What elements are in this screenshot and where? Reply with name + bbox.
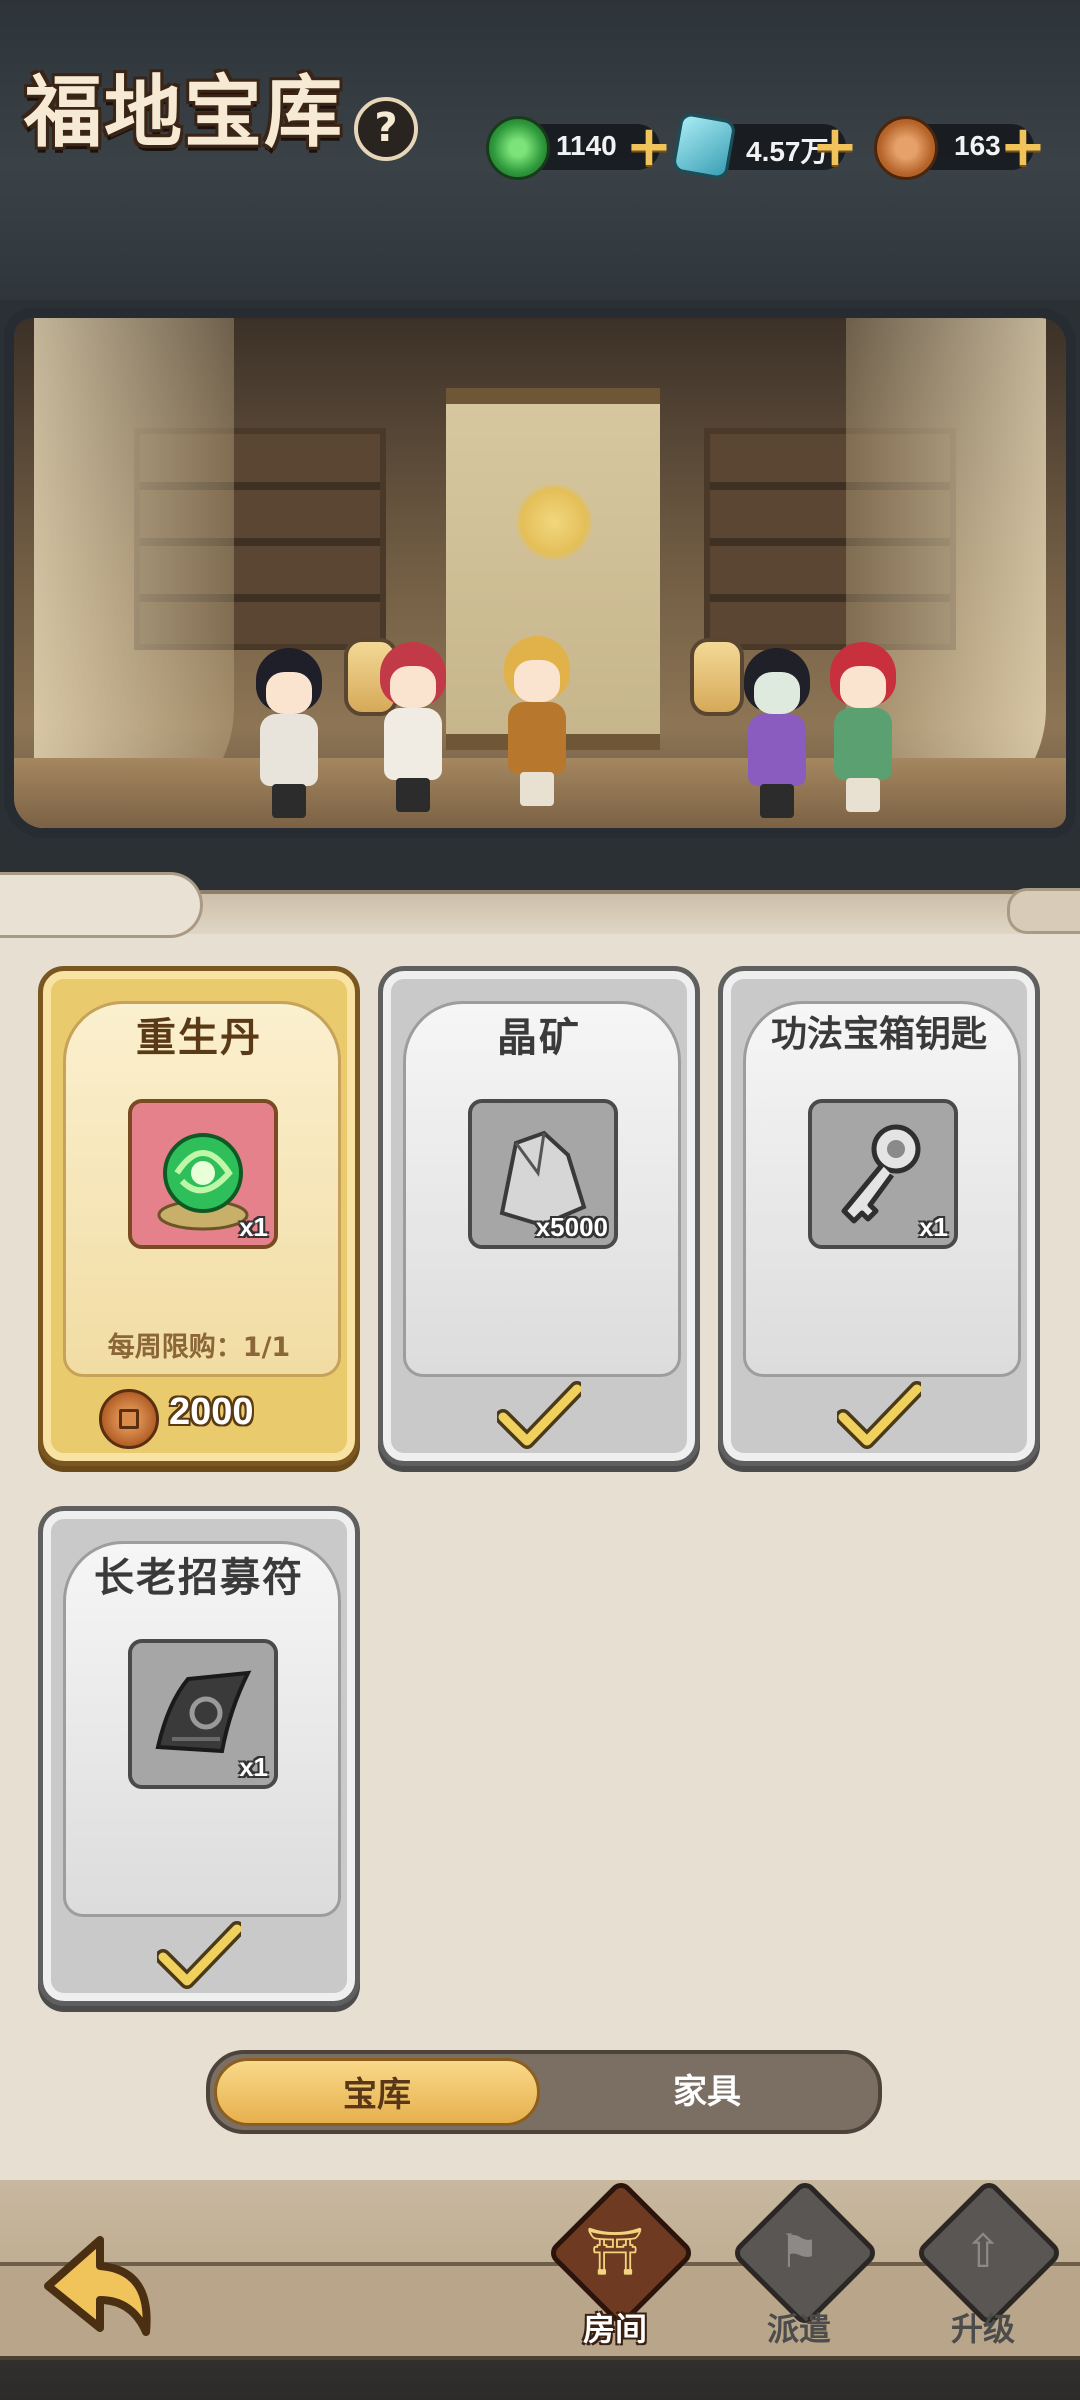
upgrade-arrow-icon: ⇧ [963,2224,1003,2278]
shop-card-elder-recruit-talisman[interactable]: 长老招募符 x1 [38,1506,360,2006]
price-amount: 2000 [169,1391,254,1433]
resource-jade-value: 1140 [556,130,617,161]
tab-treasury[interactable]: 宝库 [214,2058,540,2126]
purchased-check-icon [837,1381,921,1449]
crystal-ore-icon: x5000 [468,1099,618,1249]
crystal-gem-icon [671,111,737,181]
item-quantity: x5000 [535,1212,608,1242]
back-arrow-button[interactable] [28,2200,178,2360]
disciple-character[interactable] [364,642,460,812]
disciple-character[interactable] [814,642,910,812]
curtain-left [34,318,234,828]
purchased-check-icon [497,1381,581,1449]
disciple-character[interactable] [240,648,336,818]
disciple-character[interactable] [488,636,584,806]
add-crystal-button[interactable]: + [810,119,860,175]
shop-card-rebirth-pill[interactable]: 重生丹 x1 每周限购：1/1 2000 [38,966,360,1466]
cloud-ornament-left [0,872,203,938]
nav-upgrade[interactable]: ⇧ 升级 [908,2178,1064,2360]
shop-card-skill-chest-key[interactable]: 功法宝箱钥匙 x1 [718,966,1040,1466]
treasury-room-scene [14,318,1066,828]
item-quantity: x1 [239,1212,268,1242]
card-name: 功法宝箱钥匙 [770,1014,987,1055]
nav-room[interactable]: ⛩ 房间 [540,2178,696,2360]
recruit-talisman-icon: x1 [128,1639,278,1789]
room-icon: ⛩ [585,2224,645,2278]
card-name: 晶矿 [497,1015,581,1061]
shop-card-crystal-ore[interactable]: 晶矿 x5000 [378,966,700,1466]
nav-dispatch[interactable]: ⚑ 派遣 [724,2178,880,2360]
help-button[interactable]: ? [354,97,418,161]
nav-dispatch-label: 派遣 [766,2310,831,2348]
nav-room-label: 房间 [582,2310,647,2348]
disciple-character[interactable] [728,648,824,818]
rebirth-pill-icon: x1 [128,1099,278,1249]
sun-painting [516,484,592,560]
resource-coin-value: 163 [954,130,1001,161]
card-name: 重生丹 [136,1015,262,1061]
nav-upgrade-label: 升级 [950,2310,1015,2348]
tab-furniture[interactable]: 家具 [544,2058,870,2126]
weekly-limit-text: 每周限购：1/1 [107,1332,291,1363]
copper-coin-icon [99,1389,159,1449]
card-name: 长老招募符 [94,1555,304,1601]
resource-jade: 1140 + [486,116,672,180]
resource-coin: 163 + [874,116,1046,180]
purchased-check-icon [157,1921,241,1989]
add-coin-button[interactable]: + [998,119,1048,175]
resource-crystal: 4.57万 + [671,111,858,181]
page-title: 福地宝库 [24,67,345,158]
item-quantity: x1 [239,1752,268,1782]
copper-coin-icon [874,116,938,180]
treasure-key-icon: x1 [808,1099,958,1249]
jade-token-icon [486,116,550,180]
add-jade-button[interactable]: + [624,119,674,175]
cloud-ornament-right [1007,888,1080,934]
category-tabs: 宝库 家具 [206,2050,882,2134]
dispatch-flag-icon: ⚑ [778,2224,820,2278]
item-quantity: x1 [919,1212,948,1242]
